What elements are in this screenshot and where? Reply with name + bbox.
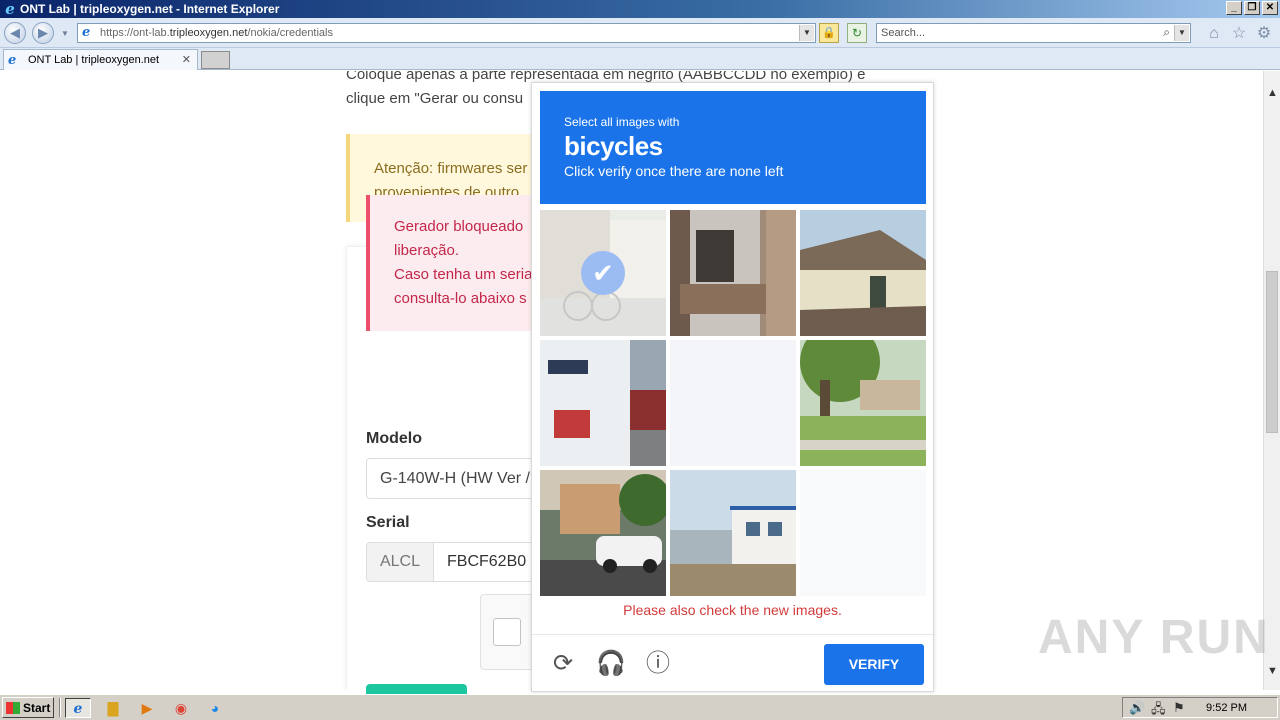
home-icon[interactable]: ⌂ <box>1205 25 1223 43</box>
new-images-message: Please also check the new images. <box>623 602 842 618</box>
prompt-small-text: Select all images with <box>564 115 680 129</box>
footer-divider <box>532 634 933 635</box>
restore-button[interactable]: ❐ <box>1244 1 1260 15</box>
windows-flag-icon <box>6 701 20 714</box>
site-ie-icon: e <box>82 25 91 40</box>
favorites-star-icon[interactable]: ☆ <box>1230 25 1248 43</box>
tile-image <box>670 470 796 596</box>
tab-ont-lab[interactable]: e ONT Lab | tripleoxygen.net ✕ <box>3 49 198 70</box>
url-domain: tripleoxygen.net <box>169 27 248 39</box>
captcha-tile-9-loading[interactable] <box>800 470 926 596</box>
taskbar-edge-icon[interactable]: ◕ <box>202 698 228 718</box>
navigation-bar: ◀ ▶ ▼ e https://ont-lab. tripleoxygen.net… <box>0 18 1280 48</box>
window-titlebar: e ONT Lab | tripleoxygen.net - Internet … <box>0 0 1280 18</box>
close-button[interactable]: ✕ <box>1262 1 1278 15</box>
error-line-1: Gerador bloqueado <box>394 218 524 235</box>
captcha-tile-2[interactable] <box>670 210 796 336</box>
ie-logo-icon: e <box>5 0 15 18</box>
taskbar-explorer-icon[interactable]: ▇ <box>100 698 126 718</box>
error-line-4: consulta-lo abaixo s <box>394 290 527 307</box>
system-tray: 🔊 🖧 ⚑ 9:52 PM <box>1122 697 1278 718</box>
prompt-hint: Click verify once there are none left <box>564 163 784 179</box>
error-line-3: Caso tenha um seria <box>394 266 533 283</box>
info-icon[interactable]: ⓘ <box>644 650 672 678</box>
search-placeholder: Search... <box>881 27 926 39</box>
tab-ie-icon: e <box>8 52 17 68</box>
start-label: Start <box>23 700 51 715</box>
captcha-challenge: Select all images with bicycles Click ve… <box>531 82 934 692</box>
tile-image <box>800 340 926 466</box>
refresh-icon[interactable]: ⟳ <box>549 650 577 678</box>
captcha-tile-1[interactable]: ✔ <box>540 210 666 336</box>
minimize-button[interactable]: _ <box>1226 1 1242 15</box>
scroll-thumb[interactable] <box>1266 271 1278 433</box>
scroll-down-icon[interactable]: ▼ <box>1264 663 1280 680</box>
new-tab-button[interactable] <box>201 51 230 69</box>
tile-image <box>540 340 666 466</box>
search-dropdown-icon[interactable]: ▼ <box>1174 25 1189 41</box>
address-dropdown-icon[interactable]: ▼ <box>799 25 814 41</box>
url-prefix: https://ont-lab. <box>100 27 170 39</box>
history-dropdown-icon[interactable]: ▼ <box>61 29 69 38</box>
taskbar: Start e ▇ ▶ ◉ ◕ 🔊 🖧 ⚑ 9:52 PM <box>0 694 1280 720</box>
model-label: Modelo <box>366 430 422 447</box>
taskbar-media-icon[interactable]: ▶ <box>134 698 160 718</box>
search-box[interactable]: Search... ⌕ ▼ <box>876 23 1191 43</box>
anyrun-watermark: ANY RUN <box>1038 611 1270 664</box>
error-line-2: liberação. <box>394 242 460 259</box>
start-button[interactable]: Start <box>2 697 54 718</box>
page-scrollbar[interactable]: ▲ ▼ <box>1263 71 1280 690</box>
tile-image <box>670 210 796 336</box>
scroll-up-icon[interactable]: ▲ <box>1264 85 1280 102</box>
back-button[interactable]: ◀ <box>4 22 26 44</box>
headphones-icon[interactable]: 🎧 <box>596 650 626 678</box>
settings-gear-icon[interactable]: ⚙ <box>1255 25 1273 43</box>
captcha-prompt: Select all images with bicycles Click ve… <box>540 91 926 204</box>
search-icon[interactable]: ⌕ <box>1163 25 1170 40</box>
taskbar-separator <box>59 698 61 717</box>
captcha-tile-3[interactable] <box>800 210 926 336</box>
captcha-tile-5-loading[interactable] <box>670 340 796 466</box>
lock-icon[interactable]: 🔒 <box>819 23 839 43</box>
tile-image <box>800 210 926 336</box>
address-bar[interactable]: e https://ont-lab. tripleoxygen.net/nokia… <box>77 23 816 43</box>
compat-refresh-icon[interactable]: ↻ <box>847 23 867 43</box>
warning-line-1: Atenção: firmwares ser <box>374 160 528 177</box>
forward-button[interactable]: ▶ <box>32 22 54 44</box>
window-controls: _ ❐ ✕ <box>1226 1 1278 15</box>
serial-prefix-addon: ALCL <box>366 542 434 582</box>
taskbar-ie-icon[interactable]: e <box>65 698 91 718</box>
verify-button[interactable]: VERIFY <box>824 644 924 685</box>
captcha-tile-6[interactable] <box>800 340 926 466</box>
window-title: ONT Lab | tripleoxygen.net - Internet Ex… <box>20 2 280 16</box>
clock: 9:52 PM <box>1206 702 1247 714</box>
url-path: /nokia/credentials <box>247 27 333 39</box>
hcaptcha-checkbox[interactable] <box>493 618 521 646</box>
flag-icon[interactable]: ⚑ <box>1173 700 1185 716</box>
network-icon[interactable]: 🖧 <box>1151 700 1166 720</box>
captcha-tile-8[interactable] <box>670 470 796 596</box>
prompt-target-word: bicycles <box>564 131 663 161</box>
taskbar-chrome-icon[interactable]: ◉ <box>168 698 194 718</box>
tab-label: ONT Lab | tripleoxygen.net <box>28 54 160 66</box>
tab-close-icon[interactable]: ✕ <box>182 53 191 66</box>
captcha-tile-7[interactable] <box>540 470 666 596</box>
serial-label: Serial <box>366 514 410 531</box>
selected-check-icon: ✔ <box>581 251 625 295</box>
tab-bar: e ONT Lab | tripleoxygen.net ✕ <box>0 48 1280 70</box>
tile-image <box>540 470 666 596</box>
captcha-tile-4[interactable] <box>540 340 666 466</box>
volume-icon[interactable]: 🔊 <box>1129 700 1145 716</box>
